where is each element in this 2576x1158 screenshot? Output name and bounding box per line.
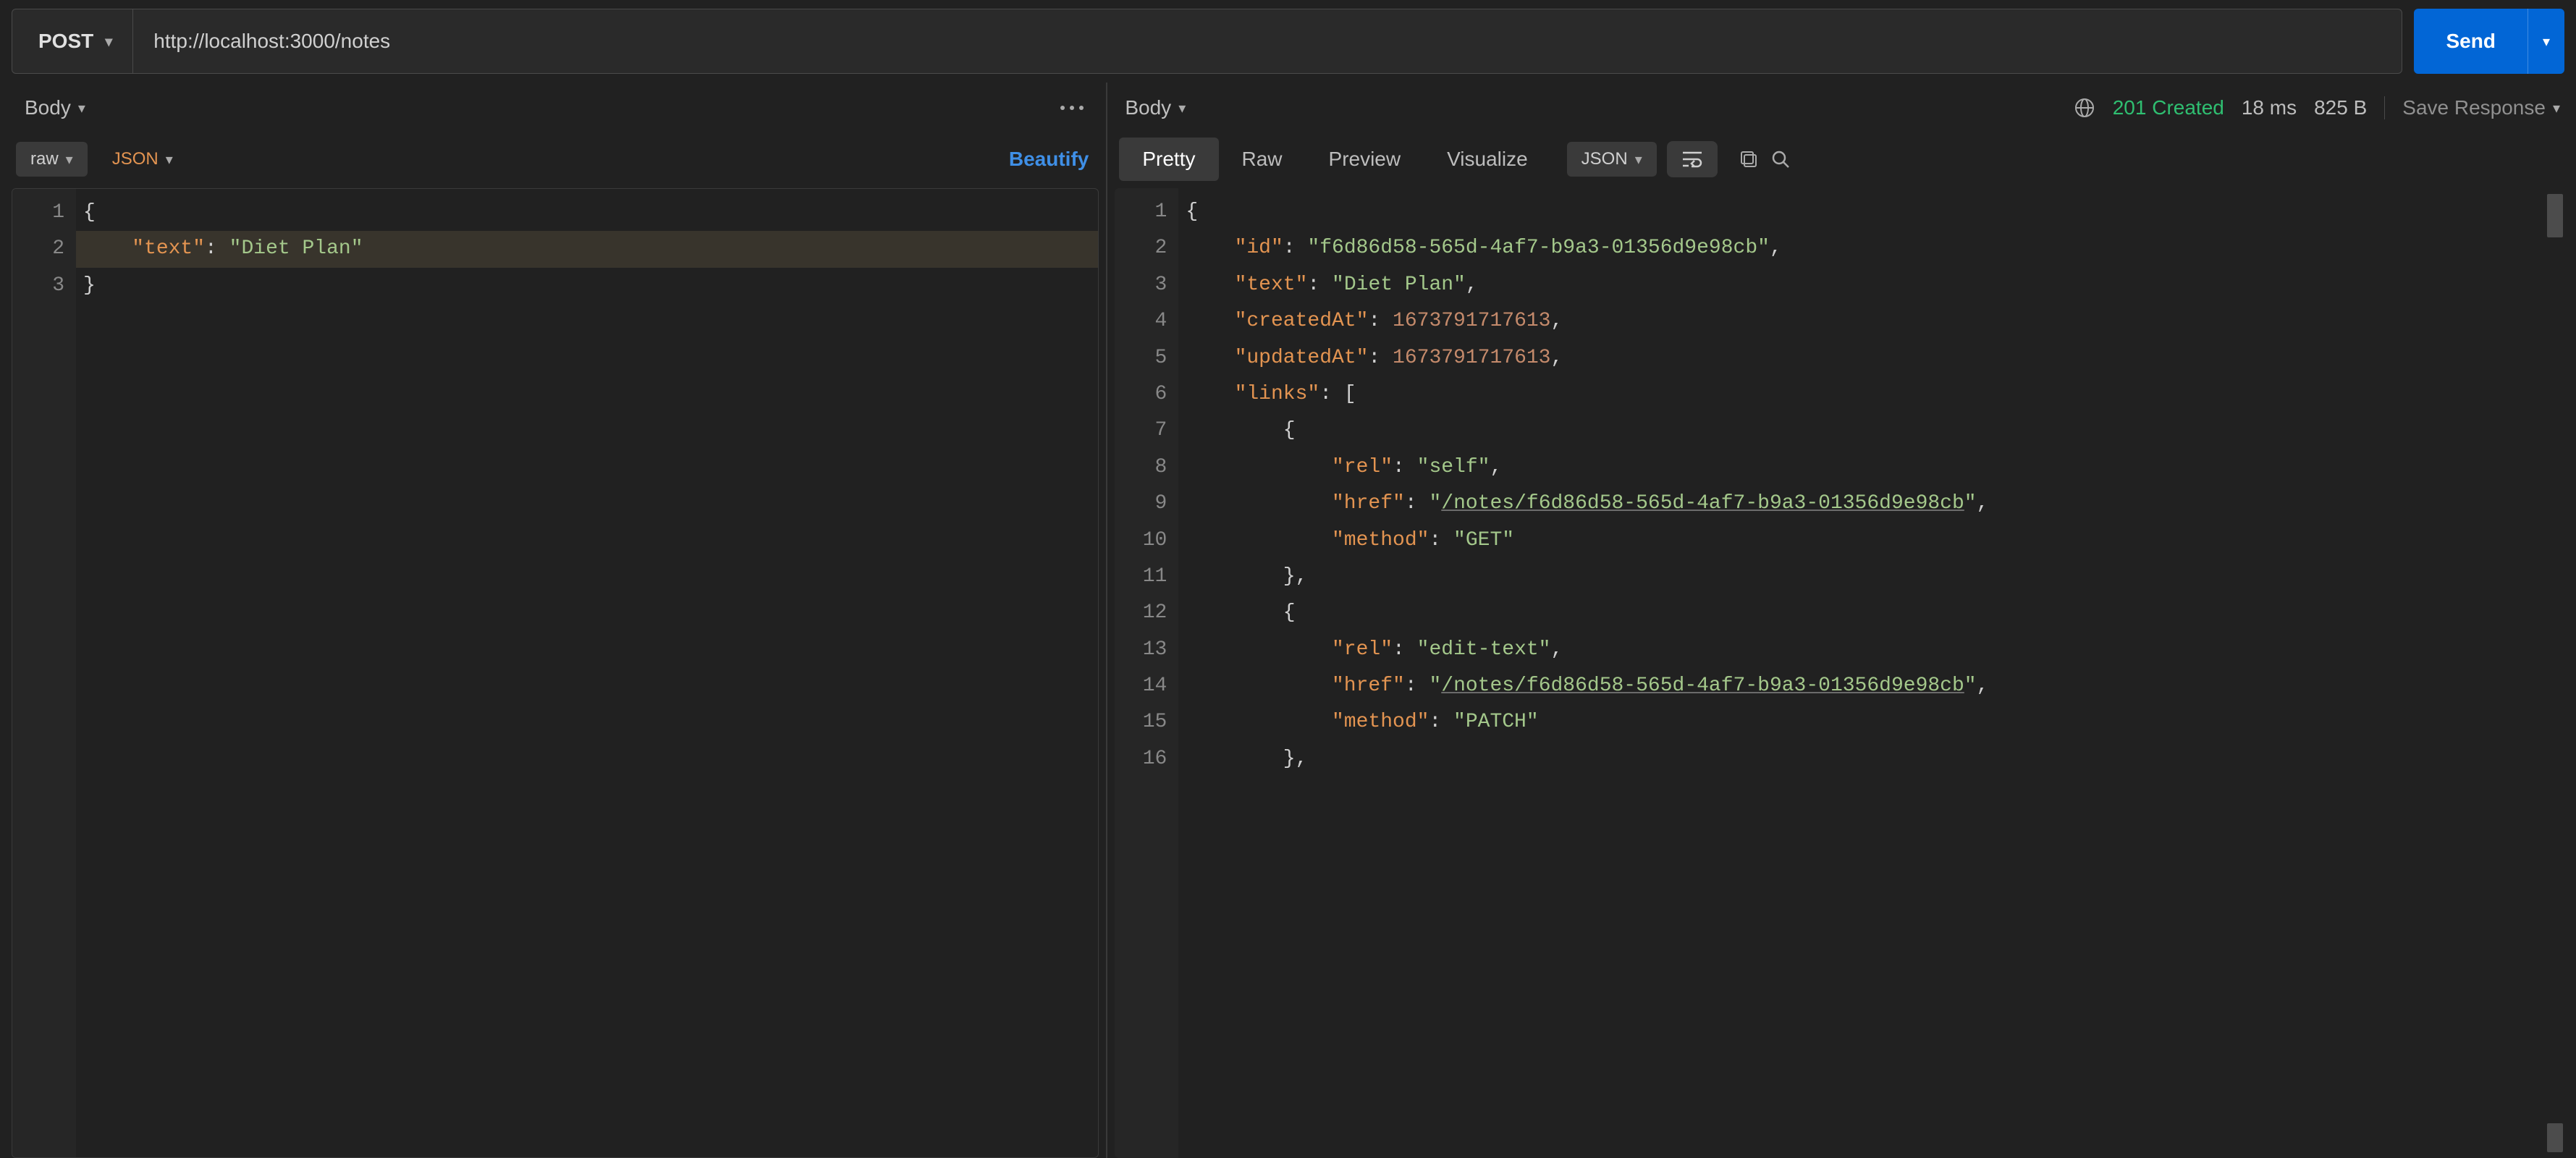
http-method-select[interactable]: POST ▾: [12, 9, 133, 73]
body-format-select[interactable]: JSON ▾: [98, 142, 187, 177]
url-value: http://localhost:3000/notes: [153, 30, 390, 53]
chevron-down-icon: ▾: [1635, 151, 1642, 169]
send-dropdown[interactable]: ▾: [2528, 9, 2564, 74]
chevron-down-icon: ▾: [1178, 99, 1186, 117]
tab-visualize[interactable]: Visualize: [1424, 138, 1551, 181]
copy-icon: [1738, 148, 1760, 170]
chevron-down-icon: ▾: [78, 99, 85, 117]
tab-pretty[interactable]: Pretty: [1119, 138, 1218, 181]
wrap-icon: [1681, 150, 1703, 169]
search-icon: [1770, 148, 1791, 170]
chevron-down-icon: ▾: [2553, 99, 2560, 117]
request-code[interactable]: { "text": "Diet Plan"}: [76, 189, 1098, 1157]
body-type-select[interactable]: raw ▾: [16, 142, 88, 177]
wrap-lines-button[interactable]: [1667, 141, 1718, 177]
chevron-down-icon: ▾: [2543, 33, 2550, 51]
response-time: 18 ms: [2242, 96, 2297, 119]
response-size: 825 B: [2314, 96, 2367, 119]
request-gutter: 123: [12, 189, 76, 1157]
send-button[interactable]: Send: [2414, 9, 2527, 74]
ellipsis-icon: [1060, 105, 1084, 111]
http-method-label: POST: [38, 30, 93, 53]
tab-preview[interactable]: Preview: [1306, 138, 1424, 181]
url-input[interactable]: http://localhost:3000/notes: [133, 9, 2402, 73]
request-body-tab[interactable]: Body ▾: [19, 92, 91, 124]
chevron-down-icon: ▾: [66, 151, 73, 169]
chevron-down-icon: ▾: [105, 33, 112, 51]
search-button[interactable]: [1770, 148, 1791, 170]
response-format-select[interactable]: JSON ▾: [1567, 142, 1657, 177]
more-options[interactable]: [1052, 105, 1091, 111]
request-body-editor[interactable]: 123 { "text": "Diet Plan"}: [12, 188, 1099, 1158]
status-code: 201 Created: [2113, 96, 2224, 119]
tab-raw[interactable]: Raw: [1219, 138, 1306, 181]
response-gutter: 12345678910111213141516: [1115, 188, 1178, 1158]
divider: [2384, 96, 2385, 119]
scrollbar-thumb[interactable]: [2547, 1123, 2563, 1152]
response-code[interactable]: { "id": "f6d86d58-565d-4af7-b9a3-01356d9…: [1178, 188, 2564, 1158]
response-body-viewer[interactable]: 12345678910111213141516 { "id": "f6d86d5…: [1115, 188, 2564, 1158]
response-view-tabs: Pretty Raw Preview Visualize: [1119, 138, 1550, 181]
response-body-tab[interactable]: Body ▾: [1119, 92, 1191, 124]
globe-icon[interactable]: [2074, 97, 2095, 119]
beautify-button[interactable]: Beautify: [1009, 148, 1094, 171]
copy-button[interactable]: [1738, 148, 1760, 170]
save-response-button[interactable]: Save Response ▾: [2402, 96, 2560, 119]
chevron-down-icon: ▾: [166, 151, 173, 169]
